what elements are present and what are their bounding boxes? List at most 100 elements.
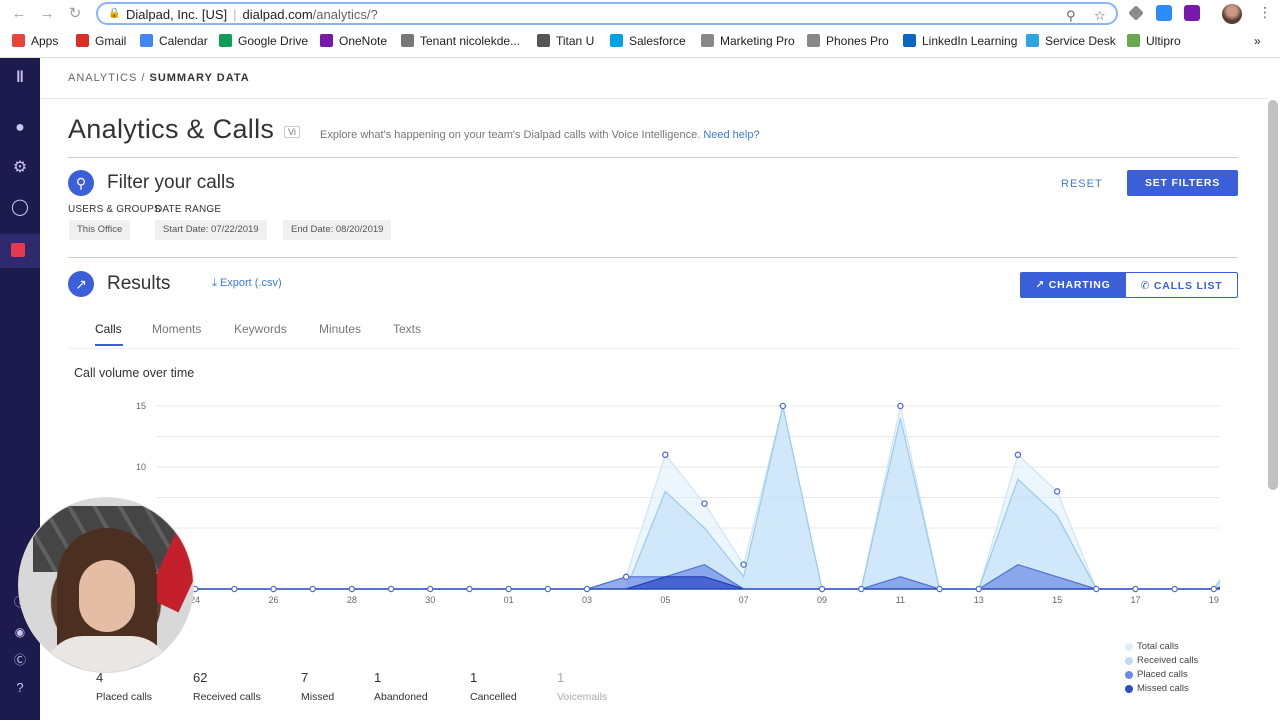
stat-label: Received calls	[193, 691, 261, 703]
tab-moments[interactable]: Moments	[152, 322, 201, 336]
stat-placed: 4 Placed calls	[96, 670, 152, 703]
legend-label: Placed calls	[1137, 669, 1188, 680]
data-point	[818, 585, 826, 593]
need-help-link[interactable]: Need help?	[703, 129, 759, 141]
bookmark-icon	[219, 34, 232, 47]
breadcrumb: ANALYTICS / SUMMARY DATA	[68, 72, 250, 84]
back-arrow-icon[interactable]: ←	[10, 5, 28, 23]
contacts-person-icon[interactable]: ●	[10, 118, 30, 138]
x-tick-label: 17	[1130, 595, 1140, 605]
bookmark-item[interactable]: Titan U	[537, 34, 594, 48]
export-csv-link[interactable]: ⤓ Export (.csv)	[212, 277, 282, 290]
bookmark-item[interactable]: OneNote	[320, 34, 387, 48]
stat-label: Missed	[301, 691, 335, 703]
analytics-icon[interactable]	[11, 243, 25, 257]
bookmark-label: Titan U	[556, 34, 595, 48]
bookmark-icon	[12, 34, 25, 47]
office-filter-chip[interactable]: This Office	[69, 220, 131, 240]
charting-toggle[interactable]: ↗ CHARTING	[1020, 272, 1126, 298]
data-point	[779, 402, 787, 410]
bookmark-item[interactable]: LinkedIn Learning	[903, 34, 1017, 48]
tab-texts[interactable]: Texts	[393, 322, 421, 336]
drive-extension-icon[interactable]	[1128, 5, 1144, 21]
zoom-search-icon[interactable]: ⚲	[1066, 8, 1076, 24]
bookmarks-overflow[interactable]: »	[1254, 34, 1261, 48]
data-point	[505, 585, 512, 593]
x-tick-label: 28	[347, 595, 357, 605]
legend-label: Missed calls	[1137, 683, 1189, 694]
calls-list-toggle[interactable]: ✆ CALLS LIST	[1125, 272, 1238, 298]
bookmark-item[interactable]: Tenant nicolekde...	[401, 34, 520, 48]
data-point	[1171, 585, 1178, 593]
stat-label: Abandoned	[374, 691, 428, 703]
bookmark-icon	[140, 34, 153, 47]
bookmark-item[interactable]: Ultipro	[1127, 34, 1181, 48]
bookmark-icon	[701, 34, 714, 47]
results-heading: Results	[107, 273, 171, 294]
stat-received: 62 Received calls	[193, 670, 261, 703]
bookmark-item[interactable]: Service Desk	[1026, 34, 1116, 48]
data-point	[544, 585, 552, 593]
help-icon[interactable]: ?	[10, 678, 30, 698]
bookmark-label: Ultipro	[1146, 34, 1181, 48]
chart-line-icon: ↗	[1035, 279, 1046, 291]
end-date-chip[interactable]: End Date: 08/20/2019	[283, 220, 392, 240]
data-point	[583, 585, 591, 593]
legend-item[interactable]: Missed calls	[1124, 682, 1198, 696]
page-scrollbar[interactable]	[1268, 100, 1278, 490]
page-title: Analytics & Calls	[68, 114, 275, 144]
bookmark-item[interactable]: Calendar	[140, 34, 208, 48]
bookmark-star-icon[interactable]: ☆	[1094, 8, 1106, 24]
search-icon: ⚲	[68, 170, 94, 196]
reload-icon[interactable]: ↻	[66, 5, 84, 23]
legend-item[interactable]: Total calls	[1124, 640, 1198, 654]
user-badge-icon[interactable]: Ⓒ	[10, 650, 30, 670]
stat-abandoned: 1 Abandoned	[374, 670, 428, 703]
tab-calls[interactable]: Calls	[95, 322, 122, 336]
lock-icon: 🔒	[108, 8, 121, 19]
forward-arrow-icon[interactable]: →	[38, 5, 56, 23]
bookmark-item[interactable]: Phones Pro	[807, 34, 889, 48]
stat-value: 1	[374, 670, 382, 685]
bookmark-icon	[610, 34, 623, 47]
legend-item[interactable]: Received calls	[1124, 654, 1198, 668]
stat-value: 62	[193, 670, 208, 685]
bookmark-item[interactable]: Gmail	[76, 34, 126, 48]
data-point	[231, 585, 238, 593]
bookmark-item[interactable]: Apps	[12, 34, 58, 48]
bookmark-label: Gmail	[95, 34, 127, 48]
data-point	[1210, 585, 1218, 593]
tab-minutes[interactable]: Minutes	[319, 322, 361, 336]
stat-value: 1	[470, 670, 478, 685]
start-date-chip[interactable]: Start Date: 07/22/2019	[155, 220, 267, 240]
zoom-extension-icon[interactable]	[1156, 5, 1172, 21]
tab-keywords[interactable]: Keywords	[234, 322, 287, 336]
url-bar[interactable]: 🔒 Dialpad, Inc. [US] | dialpad.com/analyti…	[96, 2, 1118, 25]
bookmark-item[interactable]: Marketing Pro	[701, 34, 795, 48]
set-filters-button[interactable]: SET FILTERS	[1127, 170, 1238, 196]
dialpad-logo-icon[interactable]: ‖	[10, 68, 30, 88]
menu-kebab-icon[interactable]: ⋮	[1258, 4, 1272, 21]
bookmark-label: OneNote	[339, 34, 388, 48]
profile-avatar[interactable]	[1222, 4, 1242, 24]
reset-button[interactable]: RESET	[1061, 178, 1103, 190]
data-point	[270, 585, 277, 593]
x-tick-label: 19	[1209, 595, 1219, 605]
legend-label: Received calls	[1137, 655, 1199, 666]
onenote-extension-icon[interactable]	[1184, 5, 1200, 21]
breadcrumb-analytics[interactable]: ANALYTICS	[68, 72, 137, 84]
data-point	[309, 585, 316, 593]
bookmark-item[interactable]: Salesforce	[610, 34, 686, 48]
settings-gear-icon[interactable]: ⚙	[10, 158, 30, 178]
data-point	[1093, 585, 1100, 593]
data-point	[1132, 585, 1139, 593]
filter-heading: Filter your calls	[107, 172, 235, 193]
breadcrumb-separator: /	[137, 72, 150, 84]
stat-missed: 7 Missed	[301, 670, 334, 703]
bookmark-item[interactable]: Google Drive	[219, 34, 308, 48]
bookmark-label: Salesforce	[629, 34, 686, 48]
legend-item[interactable]: Placed calls	[1124, 668, 1198, 682]
export-label: Export (.csv)	[219, 277, 282, 289]
data-point	[857, 585, 865, 593]
headset-icon[interactable]: ◯	[10, 198, 30, 218]
